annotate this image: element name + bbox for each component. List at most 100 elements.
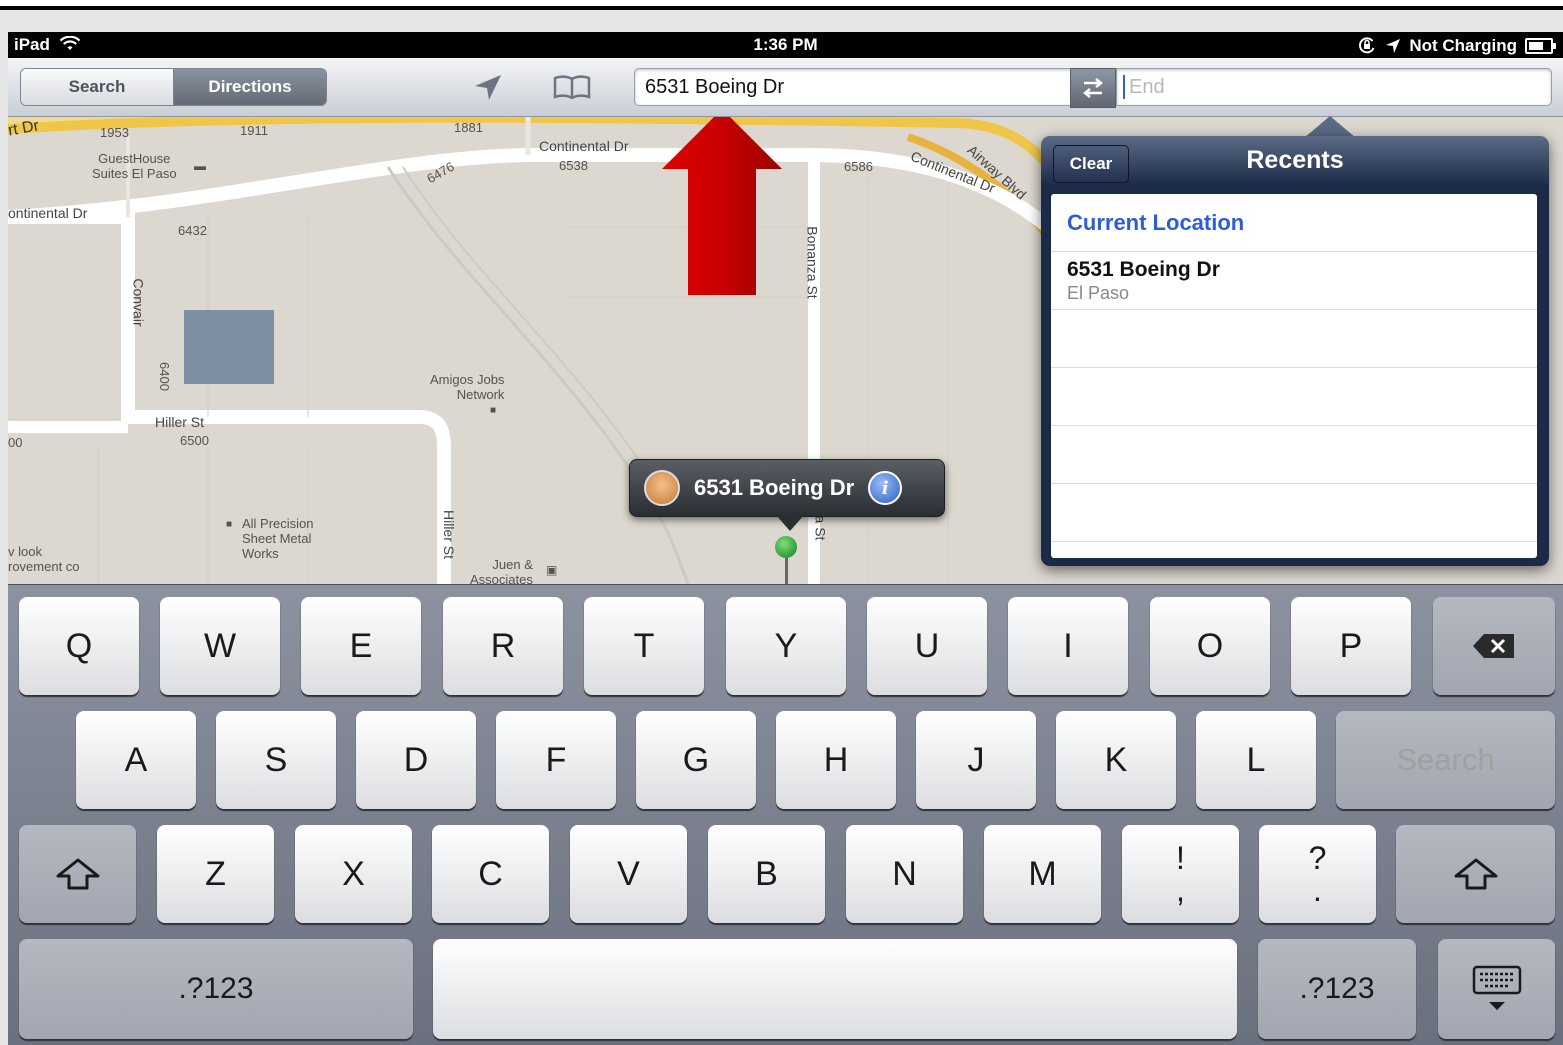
key-t[interactable]: T [584, 597, 704, 695]
maps-toolbar: Search Directions 6531 Boeing Dr [8, 58, 1563, 117]
empty-row [1051, 310, 1537, 368]
key-d[interactable]: D [356, 711, 476, 809]
key-exclaim-comma[interactable]: ! , [1122, 825, 1239, 923]
shift-key-left[interactable] [19, 825, 136, 923]
key-f[interactable]: F [496, 711, 616, 809]
empty-row [1051, 368, 1537, 426]
backspace-icon [1473, 634, 1514, 658]
search-key-label: Search [1396, 742, 1495, 777]
shift-key-right[interactable] [1396, 825, 1555, 923]
key-n[interactable]: N [846, 825, 963, 923]
map-label-address: 6400 [156, 362, 172, 391]
hotel-icon: ▬ [194, 159, 206, 173]
key-w[interactable]: W [160, 597, 280, 695]
info-icon: i [881, 477, 889, 499]
map-label-hiller-st-vertical: Hiller St [441, 509, 458, 560]
key-i[interactable]: I [1008, 597, 1128, 695]
poi-dot: ■ [226, 519, 233, 530]
map-label-bonanza-st: Bonanza St [804, 226, 821, 299]
status-right: Not Charging [1357, 36, 1556, 56]
key-q[interactable]: Q [19, 597, 139, 695]
key-y[interactable]: Y [726, 597, 846, 695]
map-label-address: 1953 [100, 125, 129, 140]
key-question: ? [1308, 840, 1327, 876]
key-r[interactable]: R [443, 597, 563, 695]
clear-button[interactable]: Clear [1053, 145, 1129, 183]
shift-icon [1454, 858, 1497, 890]
empty-row [1051, 426, 1537, 484]
numbers-key-right[interactable]: .?123 [1258, 939, 1416, 1039]
map-building [184, 310, 274, 384]
key-p[interactable]: P [1291, 597, 1411, 695]
bookmarks-button[interactable] [552, 70, 592, 104]
key-period: . [1313, 872, 1322, 908]
backspace-key[interactable] [1433, 597, 1555, 695]
pin-stick [785, 557, 788, 584]
key-exclaim: ! [1176, 840, 1185, 876]
hide-keyboard-key[interactable] [1438, 939, 1555, 1039]
map-label-hiller-st: Hiller St [155, 414, 205, 430]
location-callout[interactable]: 6531 Boeing Dr i [629, 459, 945, 517]
recent-item-title: 6531 Boeing Dr [1067, 257, 1220, 281]
directions-tab[interactable]: Directions [174, 69, 326, 105]
key-x[interactable]: X [295, 825, 412, 923]
text-caret [1123, 75, 1125, 99]
search-key[interactable]: Search [1336, 711, 1555, 809]
location-arrow-icon [1386, 39, 1401, 53]
key-z[interactable]: Z [157, 825, 274, 923]
key-e[interactable]: E [301, 597, 421, 695]
numbers-key-left[interactable]: .?123 [19, 939, 413, 1039]
info-button[interactable]: i [868, 471, 903, 505]
empty-row [1051, 484, 1537, 542]
key-a[interactable]: A [76, 711, 196, 809]
key-j[interactable]: J [916, 711, 1036, 809]
key-comma: , [1176, 872, 1185, 908]
key-g[interactable]: G [636, 711, 756, 809]
end-location-input[interactable] [1127, 74, 1511, 100]
key-question-period[interactable]: ? . [1259, 825, 1376, 923]
map-label-guesthouse: GuestHouse Suites El Paso [92, 151, 177, 181]
key-c[interactable]: C [432, 825, 549, 923]
end-location-field[interactable] [1116, 68, 1552, 106]
status-bar: iPad 1:36 PM Not Charging [8, 32, 1563, 58]
mode-segmented-control: Search Directions [20, 68, 327, 106]
clock: 1:36 PM [753, 35, 818, 54]
red-annotation-arrow [662, 117, 782, 295]
key-b[interactable]: B [708, 825, 825, 923]
shift-icon [56, 858, 99, 890]
start-location-value: 6531 Boeing Dr [645, 75, 784, 98]
callout-pointer [776, 515, 804, 531]
swap-directions-button[interactable] [1070, 68, 1116, 108]
key-k[interactable]: K [1056, 711, 1176, 809]
person-icon [644, 470, 680, 506]
map-label-address: 6586 [844, 159, 873, 174]
current-location-button[interactable] [468, 70, 508, 104]
current-location-row[interactable]: Current Location [1051, 194, 1537, 252]
key-s[interactable]: S [216, 711, 336, 809]
poi-dot: ■ [490, 405, 497, 416]
key-h[interactable]: H [776, 711, 896, 809]
key-l[interactable]: L [1196, 711, 1316, 809]
battery-status-text: Not Charging [1409, 36, 1517, 55]
ipad-screen: iPad 1:36 PM Not Charging Search Directi… [8, 32, 1563, 1045]
search-tab[interactable]: Search [21, 69, 174, 105]
map-label-look-improvement: v look rovement co [8, 544, 80, 574]
map-label-address: 6500 [180, 433, 209, 448]
map-pin-icon[interactable] [775, 536, 797, 558]
map-label-juen-associates: Juen & Associates [470, 557, 533, 584]
space-key[interactable] [433, 939, 1237, 1039]
start-location-field[interactable]: 6531 Boeing Dr [634, 68, 1076, 106]
rotation-lock-icon [1359, 37, 1375, 54]
recent-item-subtitle: El Paso [1067, 282, 1130, 303]
recents-popover: Recents Clear Current Location 6531 Boei… [1041, 136, 1549, 566]
map-label-address: 00 [8, 435, 23, 450]
current-location-label: Current Location [1067, 209, 1245, 235]
key-u[interactable]: U [867, 597, 987, 695]
key-m[interactable]: M [984, 825, 1101, 923]
key-o[interactable]: O [1150, 597, 1270, 695]
key-v[interactable]: V [570, 825, 687, 923]
map-label-continental-dr-left: ontinental Dr [8, 205, 88, 221]
recent-item[interactable]: 6531 Boeing Dr El Paso [1051, 252, 1537, 310]
book-icon [553, 75, 591, 99]
map-label-all-precision: All Precision Sheet Metal Works [242, 516, 314, 561]
